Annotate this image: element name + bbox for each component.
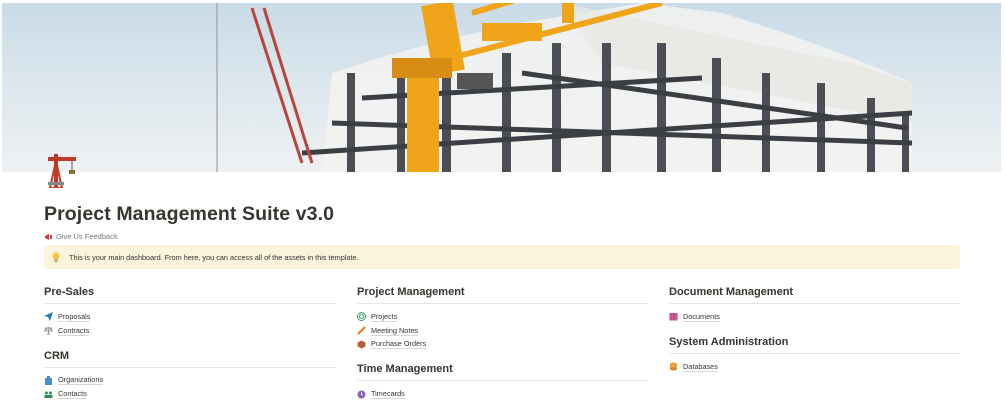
section-heading: System Administration [669,336,960,354]
megaphone-icon [45,233,52,240]
section-heading: Time Management [357,363,648,382]
crane-icon [44,152,80,189]
link-label: Proposals [58,311,91,322]
proposals-link[interactable]: Proposals [44,310,335,324]
cover-image [2,3,1001,172]
link-label: Organizations [58,375,104,386]
section-heading: CRM [44,350,335,368]
scales-icon [44,327,53,335]
link-label: Contacts [58,389,87,400]
section-system-administration: System Administration Databases [669,336,960,374]
section-time-management: Time Management Timecards [357,363,648,401]
clock-icon [357,390,366,399]
section-heading: Project Management [357,286,648,304]
section-heading: Pre-Sales [44,286,335,304]
column-middle: Project Management Projects Meeting Note… [357,286,648,413]
page-title: Project Management Suite v3.0 [44,203,335,225]
section-project-management: Project Management Projects Meeting Note… [357,286,648,351]
purchase-orders-link[interactable]: Purchase Orders [357,338,648,352]
people-icon [44,391,53,398]
section-crm: CRM Organizations Contacts [44,350,335,402]
contacts-link[interactable]: Contacts [44,387,335,401]
section-pre-sales: Pre-Sales Proposals Contracts [44,286,335,338]
link-label: Meeting Notes [371,325,419,336]
column-left: Pre-Sales Proposals Contracts CRM Organi… [44,286,335,413]
books-icon [669,313,678,321]
dashboard-callout: This is your main dashboard. From here, … [44,245,960,269]
link-label: Databases [683,361,718,372]
office-building-icon [45,375,52,385]
feedback-label: Give Us Feedback [56,232,118,241]
pencil-icon [357,326,366,335]
link-label: Purchase Orders [371,339,427,350]
link-label: Timecards [371,389,405,400]
meeting-notes-link[interactable]: Meeting Notes [357,324,648,338]
callout-text: This is your main dashboard. From here, … [69,252,359,262]
section-document-management: Document Management Documents [669,286,960,324]
contracts-link[interactable]: Contracts [44,324,335,338]
link-label: Documents [683,311,720,322]
section-heading: Document Management [669,286,960,304]
lightbulb-icon [52,252,60,262]
target-icon [357,312,366,322]
timecards-link[interactable]: Timecards [357,387,648,401]
databases-link[interactable]: Databases [669,360,960,374]
database-icon [670,362,677,371]
documents-link[interactable]: Documents [669,310,960,324]
feedback-link[interactable]: Give Us Feedback [44,232,118,241]
projects-link[interactable]: Projects [357,310,648,324]
link-label: Contracts [58,325,90,336]
link-label: Projects [371,311,398,322]
package-icon [357,340,366,349]
organizations-link[interactable]: Organizations [44,374,335,388]
column-right: Document Management Documents System Adm… [669,286,960,386]
paper-plane-icon [44,312,53,322]
